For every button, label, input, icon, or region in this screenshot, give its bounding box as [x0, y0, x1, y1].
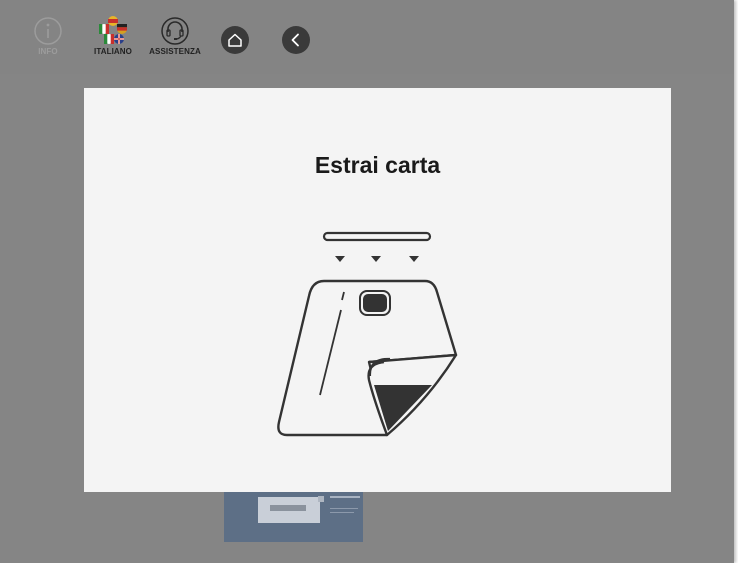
info-button[interactable]: INFO: [18, 16, 78, 70]
card-removal-illustration: [277, 231, 458, 437]
card-icon: [277, 279, 458, 437]
flags-icon: [99, 16, 127, 44]
language-label: ITALIANO: [94, 47, 132, 56]
home-icon: [228, 33, 242, 47]
kiosk-screen: INFO ITALIANO ASSISTENZA Estrai carta: [0, 0, 734, 563]
dialog-title: Estrai carta: [314, 152, 441, 178]
arrow-down-icon: [409, 256, 419, 262]
support-label: ASSISTENZA: [149, 47, 201, 56]
arrow-down-icon: [371, 256, 381, 262]
thumbnail-text-line: [330, 496, 360, 498]
home-button[interactable]: [221, 26, 249, 54]
thumbnail-text-line: [330, 512, 354, 513]
info-label: INFO: [38, 47, 58, 56]
thumbnail-square: [318, 496, 324, 502]
thumbnail-text-line: [330, 508, 358, 509]
thumbnail-bar: [270, 505, 306, 511]
headset-icon: [161, 17, 189, 45]
language-button[interactable]: ITALIANO: [83, 16, 143, 70]
arrow-down-icon: [335, 256, 345, 262]
back-button[interactable]: [282, 26, 310, 54]
info-icon: [34, 17, 62, 45]
card-slot-icon: [322, 231, 432, 242]
background-thumbnail: [224, 490, 363, 542]
back-chevron-icon: [291, 33, 299, 47]
top-toolbar: INFO ITALIANO ASSISTENZA: [0, 0, 734, 74]
thumbnail-panel: [258, 497, 320, 523]
support-button[interactable]: ASSISTENZA: [145, 16, 205, 70]
remove-card-dialog: Estrai carta: [84, 88, 671, 492]
